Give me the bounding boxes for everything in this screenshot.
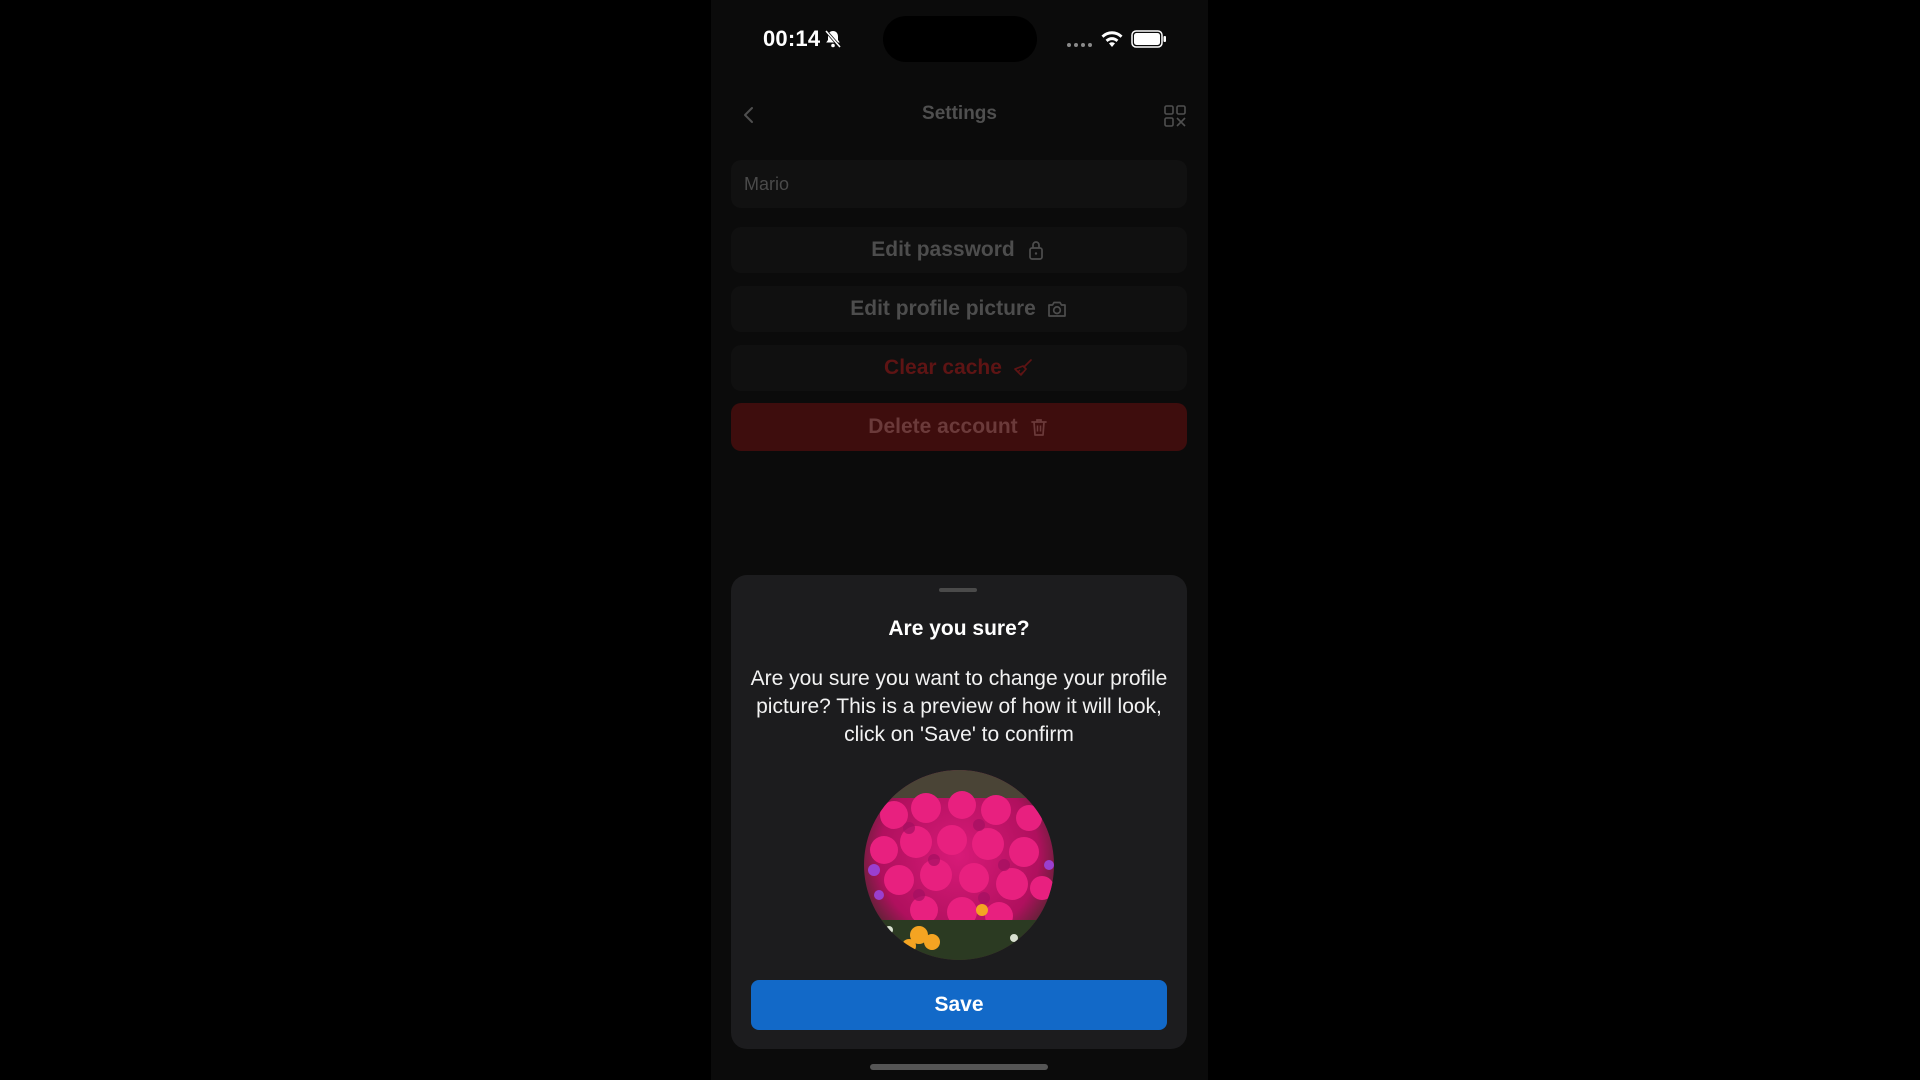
- trash-icon: [1030, 419, 1047, 436]
- profile-picture-preview: [864, 770, 1054, 960]
- bell-slash-icon: [824, 30, 842, 48]
- camera-icon: [1047, 301, 1066, 317]
- home-indicator[interactable]: [870, 1064, 1048, 1070]
- sheet-grabber[interactable]: [939, 588, 977, 592]
- battery-icon: [1131, 30, 1166, 48]
- clear-cache-button[interactable]: Clear cache: [731, 345, 1187, 391]
- delete-account-button[interactable]: Delete account: [731, 403, 1187, 451]
- status-time: 00:14: [763, 26, 821, 51]
- wifi-icon: [1101, 31, 1123, 47]
- broom-icon: [1014, 359, 1032, 376]
- signal-icon: [1067, 43, 1092, 47]
- edit-profile-picture-label: Edit profile picture: [850, 297, 1036, 320]
- phone-screen: 00:14 Settings Mario Edit password Edit …: [711, 0, 1208, 1080]
- page-title: Settings: [922, 103, 997, 124]
- confirm-bottom-sheet: Are you sure? Are you sure you want to c…: [731, 575, 1187, 1049]
- delete-account-label: Delete account: [868, 415, 1018, 438]
- save-button[interactable]: Save: [751, 980, 1167, 1030]
- lock-icon: [1028, 241, 1043, 260]
- edit-profile-picture-button[interactable]: Edit profile picture: [731, 286, 1187, 332]
- edit-password-label: Edit password: [871, 238, 1015, 261]
- qr-code-icon[interactable]: [1164, 105, 1186, 127]
- dynamic-island: [883, 16, 1037, 62]
- edit-password-button[interactable]: Edit password: [731, 227, 1187, 273]
- sheet-title: Are you sure?: [888, 617, 1030, 640]
- settings-header: Settings: [711, 95, 1208, 135]
- name-field-value: Mario: [744, 174, 790, 194]
- sheet-message: Are you sure you want to change your pro…: [750, 667, 1168, 746]
- clear-cache-label: Clear cache: [884, 356, 1002, 379]
- name-field[interactable]: Mario: [731, 160, 1187, 208]
- status-bar: 00:14: [711, 0, 1208, 80]
